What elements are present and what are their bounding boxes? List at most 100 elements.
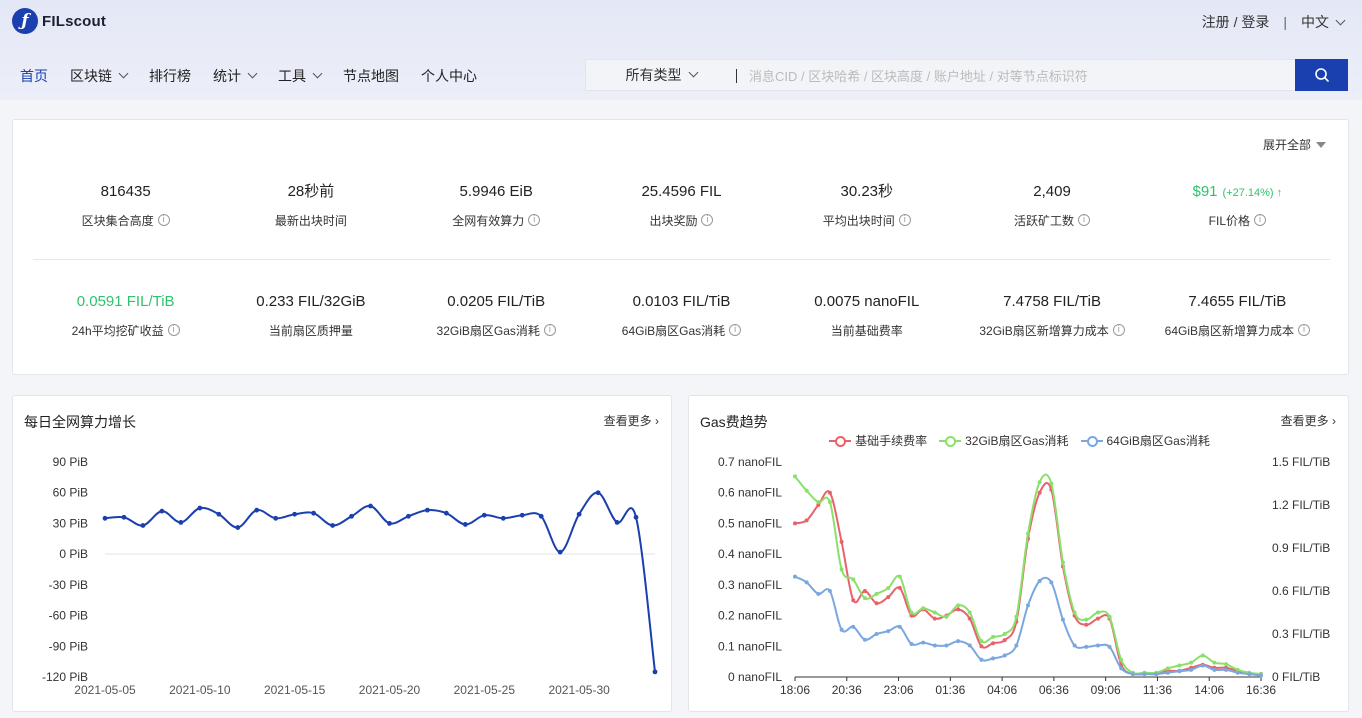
data-point	[932, 616, 937, 621]
search-type-select[interactable]: 所有类型	[586, 60, 736, 90]
stat-value-text: $91	[1192, 183, 1218, 200]
data-point	[932, 643, 937, 648]
data-point	[500, 515, 506, 521]
y-tick-label: 0 PiB	[59, 547, 88, 561]
stat-label: 全网有效算力 i	[404, 212, 589, 228]
data-point	[1177, 669, 1182, 674]
info-icon[interactable]: i	[1298, 324, 1310, 336]
stat-item: 816435 区块集合高度 i	[33, 182, 218, 228]
data-point	[330, 523, 335, 528]
data-point	[886, 629, 891, 634]
power-growth-chart-card: 每日全网算力增长 查看更多 › 90 PiB 60 PiB 30 PiB 0 PiB -…	[12, 395, 672, 712]
data-point	[827, 500, 832, 505]
info-icon[interactable]: i	[167, 324, 180, 336]
nav-item-1[interactable]: 区块链	[70, 66, 129, 86]
data-point	[862, 596, 867, 601]
stat-value-text: 0.0103 FIL/TiB	[632, 293, 731, 310]
data-point	[443, 510, 449, 516]
data-point	[1107, 614, 1112, 619]
data-point	[956, 603, 961, 608]
x-tick-label: 2021-05-05	[74, 683, 136, 697]
stat-value: 2,409	[959, 182, 1144, 202]
x-tick-label: 2021-05-10	[169, 683, 231, 697]
data-point	[1235, 670, 1240, 675]
login-register-link[interactable]: 注册 / 登录	[1202, 12, 1270, 32]
stat-item: 0.233 FIL/32GiB 当前扇区质押量	[218, 292, 403, 338]
y-left-tick-label: 0.2 nanoFIL	[718, 609, 782, 623]
data-point	[595, 490, 601, 496]
expand-all-button[interactable]: 展开全部	[1263, 136, 1326, 153]
y-left-tick-label: 0.3 nanoFIL	[718, 578, 782, 592]
nav-item-3[interactable]: 统计	[213, 66, 258, 86]
stats-row-1: 816435 区块集合高度 i 28秒前 最新出块时间 5.9946 EiB 全网有效算力 i…	[33, 182, 1330, 228]
nav-item-6[interactable]: 个人中心	[421, 66, 477, 86]
nav-item-2[interactable]: 排行榜	[149, 66, 191, 86]
y-right-tick-label: 0.9 FIL/TiB	[1272, 541, 1330, 555]
search-button[interactable]	[1295, 59, 1348, 91]
info-icon[interactable]: i	[701, 214, 714, 226]
x-tick-label: 01:36	[935, 683, 965, 697]
data-point	[1095, 610, 1100, 615]
info-icon[interactable]: i	[1254, 214, 1266, 226]
info-icon[interactable]: i	[528, 214, 541, 226]
data-point	[827, 589, 832, 593]
nav-item-5[interactable]: 节点地图	[343, 66, 399, 86]
data-point	[897, 624, 902, 629]
language-selector[interactable]: 中文	[1301, 12, 1346, 32]
logo[interactable]: ƒ FILscout	[12, 8, 106, 34]
data-point	[159, 508, 165, 514]
stat-value: 816435	[33, 182, 218, 202]
data-point	[1014, 614, 1019, 619]
logo-text: FILscout	[42, 12, 107, 30]
data-point	[1189, 667, 1194, 672]
info-icon[interactable]: i	[157, 214, 170, 226]
info-icon[interactable]: i	[543, 324, 556, 336]
chevron-down-icon	[1335, 15, 1346, 26]
data-point	[406, 513, 411, 519]
stat-value: 7.4655 FIL/TiB	[1145, 292, 1330, 312]
data-point	[273, 515, 279, 521]
nav-item-label: 首页	[20, 68, 48, 84]
data-point	[921, 640, 926, 645]
stat-value-text: 0.0205 FIL/TiB	[447, 293, 546, 310]
data-point	[1072, 610, 1077, 615]
data-point	[1002, 653, 1007, 658]
data-point	[967, 610, 972, 615]
nav-item-label: 个人中心	[421, 68, 477, 84]
data-point	[1002, 638, 1007, 643]
info-icon[interactable]: i	[729, 324, 742, 336]
y-tick-label: 60 PiB	[53, 486, 88, 500]
data-point	[1049, 481, 1054, 486]
nav-item-label: 统计	[213, 68, 241, 84]
data-point	[839, 627, 844, 632]
search-input[interactable]	[736, 69, 1295, 83]
y-right-tick-label: 0.3 FIL/TiB	[1272, 627, 1330, 641]
data-point	[991, 656, 996, 661]
data-point	[921, 606, 926, 611]
data-point	[1142, 672, 1147, 677]
main-nav: 首页 区块链 排行榜 统计 工具 节点地图 个人中心	[20, 66, 499, 86]
data-point	[1165, 670, 1170, 675]
nav-item-0[interactable]: 首页	[20, 66, 48, 86]
data-point	[1095, 616, 1100, 621]
data-point	[1259, 673, 1263, 678]
stat-label: FIL价格 i	[1145, 212, 1330, 228]
power-growth-chart: 90 PiB 60 PiB 30 PiB 0 PiB -30 PiB -60 PiB -90…	[42, 455, 658, 697]
stat-value: 0.0075 nanoFIL	[774, 292, 959, 312]
y-tick-label: -120 PiB	[42, 670, 88, 684]
nav-item-4[interactable]: 工具	[278, 66, 323, 86]
y-right-tick-label: 1.2 FIL/TiB	[1272, 498, 1330, 512]
data-point	[909, 642, 914, 647]
x-tick-label: 18:06	[780, 683, 810, 697]
data-point	[979, 639, 984, 644]
data-point	[1200, 653, 1205, 658]
stat-value-text: 816435	[100, 183, 151, 200]
info-icon[interactable]: i	[898, 214, 911, 226]
data-point	[633, 514, 639, 520]
data-point	[851, 577, 856, 582]
info-icon[interactable]: i	[1078, 214, 1091, 226]
stat-item: 0.0075 nanoFIL 当前基础费率	[774, 292, 959, 338]
info-icon[interactable]: i	[1112, 324, 1125, 336]
nav-item-label: 节点地图	[343, 68, 399, 84]
data-point	[897, 574, 902, 579]
